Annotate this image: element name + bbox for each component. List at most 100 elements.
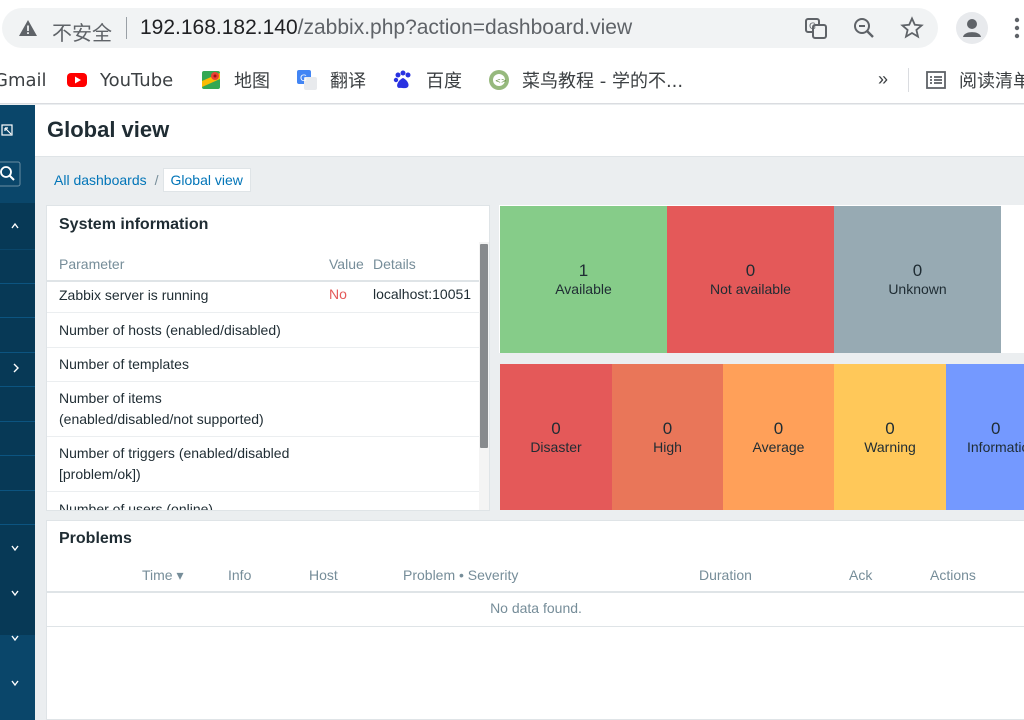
browser-toolbar: 不安全 192.168.182.140/zabbix.php?action=da… bbox=[0, 0, 1024, 56]
tile-count: 0 bbox=[885, 418, 895, 438]
person-icon bbox=[963, 19, 981, 37]
submenu-divider bbox=[0, 352, 35, 353]
baidu-icon bbox=[393, 70, 411, 89]
widget-title: Problems bbox=[59, 530, 132, 547]
submenu-divider bbox=[0, 283, 35, 284]
chevron-down-icon[interactable] bbox=[0, 538, 35, 558]
column-time[interactable]: Time ▾ bbox=[142, 567, 184, 584]
tile-label: Warning bbox=[864, 438, 916, 455]
bookmark-label: Gmail bbox=[0, 69, 47, 91]
sidebar bbox=[0, 105, 35, 720]
tile-count: 0 bbox=[991, 418, 1001, 438]
bookmark-translate[interactable]: G 翻译 bbox=[296, 67, 366, 93]
tile-label: Average bbox=[752, 438, 805, 455]
bookmark-label: 翻译 bbox=[330, 71, 366, 92]
column-duration: Duration bbox=[699, 567, 752, 583]
severity-tile-disaster[interactable]: 0 Disaster bbox=[500, 364, 612, 510]
table-header: Time ▾ Info Host Problem • Severity Dura… bbox=[47, 559, 1024, 593]
svg-text:G: G bbox=[300, 74, 307, 84]
parameter-cell: Number of items (enabled/disabled/not su… bbox=[59, 390, 264, 427]
submenu-divider bbox=[0, 317, 35, 318]
omnibox-divider bbox=[126, 17, 127, 39]
url-text[interactable]: 192.168.182.140/zabbix.php?action=dashbo… bbox=[140, 16, 632, 40]
reading-list-icon bbox=[926, 71, 946, 89]
bookmark-runoob[interactable]: <> 菜鸟教程 - 学的不... bbox=[488, 67, 683, 93]
svg-text:G: G bbox=[809, 22, 816, 32]
table-row: Number of users (online) bbox=[47, 492, 479, 510]
tile-count: 1 bbox=[578, 261, 589, 280]
tile-count: 0 bbox=[773, 418, 784, 438]
table-row: Zabbix server is running No localhost:10… bbox=[47, 278, 479, 313]
reading-list-button[interactable]: 阅读清单 bbox=[925, 67, 1024, 93]
breadcrumb: All dashboards / Global view bbox=[46, 168, 251, 192]
availability-tile-available[interactable]: 1 Available bbox=[500, 206, 667, 353]
security-status[interactable]: 不安全 bbox=[52, 17, 112, 46]
bookmark-label: 地图 bbox=[234, 71, 270, 92]
severity-tile-warning[interactable]: 0 Warning bbox=[834, 364, 946, 510]
bookmark-star-icon[interactable] bbox=[900, 16, 924, 40]
url-path: /zabbix.php?action=dashboard.view bbox=[297, 16, 633, 39]
bookmark-youtube[interactable]: YouTube bbox=[66, 67, 173, 93]
maps-icon bbox=[202, 71, 220, 89]
translate-page-icon[interactable]: G bbox=[804, 16, 828, 40]
zoom-icon[interactable] bbox=[852, 16, 876, 40]
table-row: Number of templates bbox=[47, 348, 479, 382]
breadcrumb-current[interactable]: Global view bbox=[162, 168, 251, 192]
browser-menu-icon[interactable] bbox=[1010, 14, 1024, 42]
youtube-icon bbox=[67, 73, 87, 87]
chevron-down-icon[interactable] bbox=[0, 583, 35, 603]
bookmarks-divider bbox=[908, 68, 909, 92]
page-header: Global view bbox=[35, 105, 1024, 157]
severity-tile-information[interactable]: 0 Information bbox=[946, 364, 1024, 510]
table-row: Number of hosts (enabled/disabled) bbox=[47, 313, 479, 348]
warning-icon[interactable] bbox=[18, 18, 38, 38]
tile-label: Available bbox=[555, 281, 612, 297]
search-icon[interactable] bbox=[0, 161, 35, 187]
submenu-divider bbox=[0, 490, 35, 491]
collapse-sidebar-icon[interactable] bbox=[0, 121, 35, 141]
page-title: Global view bbox=[47, 117, 170, 142]
details-cell: localhost:10051 bbox=[373, 286, 472, 302]
column-host: Host bbox=[309, 567, 338, 583]
svg-text:<>: <> bbox=[495, 77, 507, 85]
column-parameter: Parameter bbox=[59, 256, 125, 272]
severity-tile-high[interactable]: 0 High bbox=[612, 364, 723, 510]
bookmark-label: YouTube bbox=[100, 69, 174, 91]
submenu-divider bbox=[0, 524, 35, 525]
bookmarks-bar: Gmail YouTube 地图 G 翻译 百度 <> 菜鸟教程 - 学的不..… bbox=[0, 56, 1024, 104]
system-information-widget: System information Parameter Value Detai… bbox=[46, 205, 490, 511]
reading-list-label: 阅读清单 bbox=[959, 71, 1024, 92]
url-host: 192.168.182.140 bbox=[140, 16, 298, 39]
bookmark-gmail[interactable]: Gmail bbox=[0, 67, 47, 93]
parameter-cell: Zabbix server is running bbox=[59, 287, 209, 303]
tile-label: Unknown bbox=[888, 281, 947, 297]
column-info: Info bbox=[228, 567, 252, 583]
tile-label: High bbox=[653, 438, 682, 455]
chevron-down-icon[interactable] bbox=[0, 673, 35, 693]
tile-label: Disaster bbox=[530, 438, 582, 455]
submenu-divider bbox=[0, 455, 35, 456]
chevron-right-icon[interactable] bbox=[0, 358, 35, 378]
value-cell: No bbox=[329, 286, 347, 302]
breadcrumb-separator: / bbox=[154, 172, 159, 188]
breadcrumb-all-dashboards[interactable]: All dashboards bbox=[46, 172, 155, 188]
more-bookmarks-button[interactable]: » bbox=[878, 69, 888, 90]
chevron-down-icon[interactable] bbox=[0, 628, 35, 648]
problems-widget: Problems Time ▾ Info Host Problem • Seve… bbox=[46, 520, 1024, 720]
empty-message: No data found. bbox=[47, 593, 1024, 627]
profile-avatar[interactable] bbox=[956, 12, 988, 44]
menu-monitoring-expanded[interactable] bbox=[0, 203, 35, 249]
column-ack: Ack bbox=[849, 567, 873, 583]
bookmark-label: 菜鸟教程 - 学的不... bbox=[522, 71, 684, 92]
tile-label: Not available bbox=[710, 281, 791, 297]
address-bar[interactable]: 不安全 192.168.182.140/zabbix.php?action=da… bbox=[2, 8, 938, 48]
bookmark-maps[interactable]: 地图 bbox=[200, 67, 270, 93]
availability-tile-not-available[interactable]: 0 Not available bbox=[667, 206, 834, 353]
severity-tile-average[interactable]: 0 Average bbox=[723, 364, 834, 510]
scrollbar-thumb[interactable] bbox=[480, 244, 488, 448]
bookmark-baidu[interactable]: 百度 bbox=[392, 67, 462, 93]
column-problem-severity: Problem • Severity bbox=[403, 567, 519, 583]
table-header: Parameter Value Details bbox=[47, 248, 479, 282]
availability-tile-unknown[interactable]: 0 Unknown bbox=[834, 206, 1001, 353]
translate-icon: G bbox=[297, 70, 317, 90]
